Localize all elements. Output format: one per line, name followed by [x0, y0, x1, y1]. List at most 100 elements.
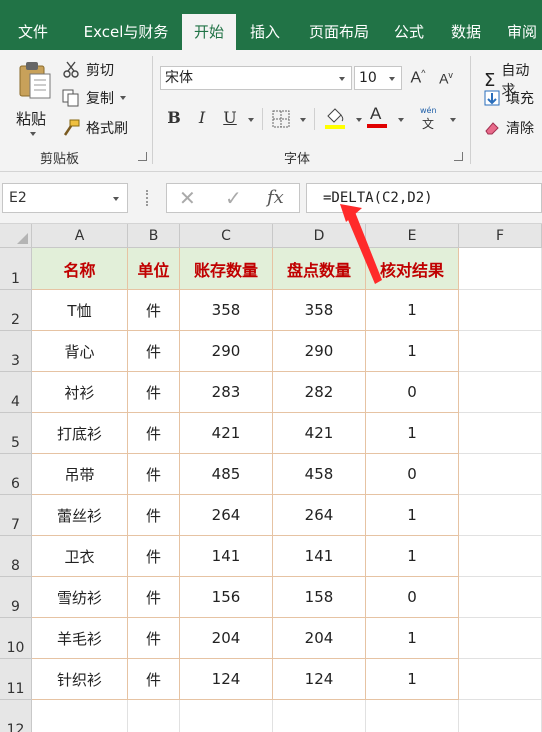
tab-formulas[interactable]: 公式	[386, 14, 432, 50]
worksheet-grid[interactable]: A B C D E F 1 2 3 4 5 6 7 8 9 10 11 12 名称 单位 账存数量 盘点数量 核对结果 T恤件…	[0, 224, 542, 732]
table-cell[interactable]: T恤	[32, 290, 128, 331]
table-cell[interactable]: 吊带	[32, 454, 128, 495]
table-cell[interactable]: 1	[366, 331, 459, 372]
table-cell[interactable]: 件	[128, 659, 180, 700]
table-cell[interactable]: 290	[273, 331, 366, 372]
table-cell[interactable]: 290	[180, 331, 273, 372]
font-launcher-icon[interactable]	[454, 152, 463, 161]
row-header-7[interactable]: 7	[0, 495, 32, 536]
table-cell[interactable]: 1	[366, 290, 459, 331]
font-name-select[interactable]: 宋体	[160, 66, 352, 90]
row-header-3[interactable]: 3	[0, 331, 32, 372]
table-cell[interactable]	[128, 700, 180, 732]
formula-input[interactable]: =DELTA(C2,D2)	[306, 183, 542, 213]
table-cell[interactable]: 124	[180, 659, 273, 700]
font-color-dropdown-icon[interactable]	[398, 118, 404, 122]
table-cell[interactable]: 件	[128, 413, 180, 454]
column-header-e[interactable]: E	[366, 224, 459, 248]
table-cell[interactable]: 485	[180, 454, 273, 495]
table-header-cell[interactable]: 盘点数量	[273, 248, 366, 290]
name-box[interactable]: E2	[2, 183, 128, 213]
table-cell[interactable]: 件	[128, 577, 180, 618]
table-cell[interactable]: 141	[273, 536, 366, 577]
table-cell[interactable]	[459, 495, 542, 536]
decrease-font-size-button[interactable]: Av	[436, 70, 456, 87]
table-cell[interactable]: 打底衫	[32, 413, 128, 454]
table-cell[interactable]	[459, 618, 542, 659]
table-cell[interactable]	[459, 454, 542, 495]
table-cell[interactable]	[459, 536, 542, 577]
cut-button[interactable]: 剪切	[62, 60, 114, 80]
table-cell[interactable]: 1	[366, 659, 459, 700]
table-cell[interactable]	[366, 700, 459, 732]
table-cell[interactable]: 156	[180, 577, 273, 618]
table-cell[interactable]	[459, 290, 542, 331]
tab-file[interactable]: 文件	[0, 14, 66, 50]
table-cell[interactable]: 421	[180, 413, 273, 454]
tab-excel-finance[interactable]: Excel与财务	[70, 14, 182, 50]
font-color-button[interactable]: A	[366, 104, 388, 130]
tab-home[interactable]: 开始	[182, 14, 236, 50]
italic-button[interactable]: I	[194, 108, 210, 127]
table-cell[interactable]	[459, 413, 542, 454]
row-header-4[interactable]: 4	[0, 372, 32, 413]
row-header-11[interactable]: 11	[0, 659, 32, 700]
table-cell[interactable]: 141	[180, 536, 273, 577]
fill-color-dropdown-icon[interactable]	[356, 118, 362, 122]
fill-button[interactable]: 填充	[484, 88, 534, 108]
phonetic-guide-button[interactable]: wén 文	[418, 106, 444, 132]
table-header-cell[interactable]: 单位	[128, 248, 180, 290]
bold-button[interactable]: B	[166, 108, 182, 127]
paste-dropdown-icon[interactable]	[30, 132, 36, 136]
underline-dropdown-icon[interactable]	[248, 118, 254, 122]
table-cell[interactable]: 358	[180, 290, 273, 331]
table-cell[interactable]: 358	[273, 290, 366, 331]
borders-dropdown-icon[interactable]	[300, 118, 306, 122]
table-cell[interactable]: 件	[128, 536, 180, 577]
table-cell[interactable]	[459, 372, 542, 413]
table-cell[interactable]: 蕾丝衫	[32, 495, 128, 536]
tab-data[interactable]: 数据	[440, 14, 492, 50]
table-cell[interactable]: 264	[273, 495, 366, 536]
table-cell[interactable]: 283	[180, 372, 273, 413]
increase-font-size-button[interactable]: A^	[408, 68, 428, 87]
table-cell[interactable]: 1	[366, 495, 459, 536]
table-cell[interactable]: 1	[366, 536, 459, 577]
table-cell[interactable]: 458	[273, 454, 366, 495]
table-cell[interactable]: 282	[273, 372, 366, 413]
phonetic-dropdown-icon[interactable]	[450, 118, 456, 122]
table-cell[interactable]: 件	[128, 618, 180, 659]
clipboard-launcher-icon[interactable]	[138, 152, 147, 161]
table-cell[interactable]: 件	[128, 372, 180, 413]
table-cell[interactable]: 针织衫	[32, 659, 128, 700]
table-cell[interactable]	[459, 700, 542, 732]
column-header-b[interactable]: B	[128, 224, 180, 248]
fill-color-icon[interactable]	[324, 106, 346, 130]
table-cell[interactable]: 0	[366, 454, 459, 495]
table-cell[interactable]: 204	[180, 618, 273, 659]
table-cell[interactable]: 件	[128, 454, 180, 495]
select-all-button[interactable]	[0, 224, 32, 248]
table-cell[interactable]: 件	[128, 331, 180, 372]
copy-button[interactable]: 复制	[62, 88, 126, 108]
paste-button[interactable]: 粘贴	[10, 58, 56, 142]
table-cell[interactable]	[180, 700, 273, 732]
column-header-c[interactable]: C	[180, 224, 273, 248]
table-cell[interactable]	[459, 659, 542, 700]
font-size-select[interactable]: 10	[354, 66, 402, 90]
cancel-icon[interactable]: ✕	[179, 186, 196, 210]
row-header-9[interactable]: 9	[0, 577, 32, 618]
row-header-10[interactable]: 10	[0, 618, 32, 659]
table-cell[interactable]: 件	[128, 290, 180, 331]
insert-function-button[interactable]: fx	[267, 187, 284, 208]
table-cell[interactable]: 1	[366, 618, 459, 659]
tab-review[interactable]: 审阅	[498, 14, 542, 50]
table-cell[interactable]	[459, 331, 542, 372]
table-header-cell[interactable]: 核对结果	[366, 248, 459, 290]
table-cell[interactable]: 卫衣	[32, 536, 128, 577]
format-painter-button[interactable]: 格式刷	[62, 118, 128, 138]
table-cell[interactable]: 158	[273, 577, 366, 618]
table-cell[interactable]: 背心	[32, 331, 128, 372]
row-header-2[interactable]: 2	[0, 290, 32, 331]
table-cell[interactable]: 1	[366, 413, 459, 454]
